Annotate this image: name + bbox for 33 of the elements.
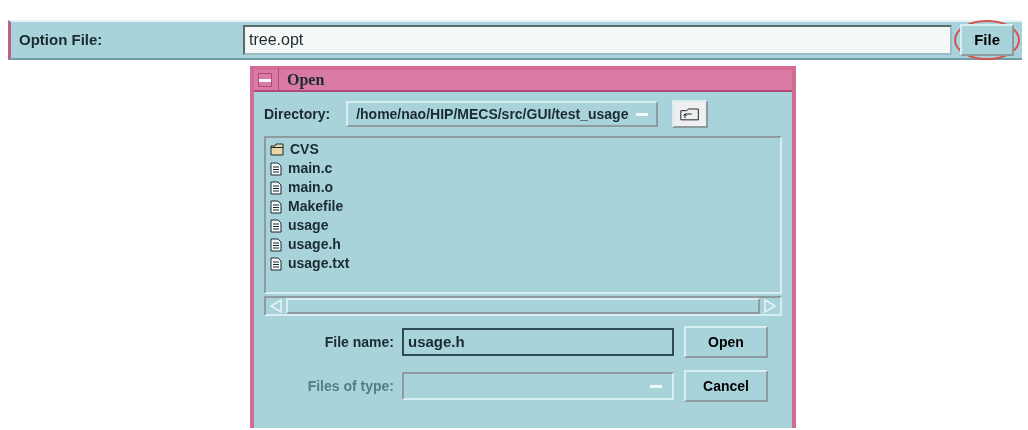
option-file-label: Option File: bbox=[18, 29, 104, 50]
directory-dropdown[interactable]: /home/nao/HIP/MECS/src/GUI/test_usage bbox=[346, 101, 659, 127]
dropdown-icon bbox=[636, 112, 649, 116]
option-file-field[interactable]: tree.opt bbox=[243, 25, 953, 55]
file-icon bbox=[270, 218, 282, 233]
file-name[interactable]: usage.h bbox=[288, 234, 341, 255]
dialog-button[interactable]: Cancel bbox=[684, 370, 768, 402]
directory-label: Directory: bbox=[264, 104, 331, 124]
file-name[interactable]: usage bbox=[288, 215, 329, 236]
dialog-title: Open bbox=[278, 68, 325, 92]
file-name[interactable]: main.o bbox=[288, 177, 334, 198]
scroll-right-icon bbox=[763, 299, 777, 313]
window-menu-icon[interactable] bbox=[258, 73, 272, 87]
file-name-field[interactable]: usage.h bbox=[402, 328, 674, 356]
file-icon bbox=[270, 180, 282, 195]
dropdown-icon bbox=[650, 384, 662, 388]
file-name[interactable]: Makefile bbox=[288, 196, 344, 217]
up-folder-icon bbox=[680, 106, 701, 122]
file-name-label: File name: bbox=[323, 332, 394, 352]
scroll-left-icon bbox=[269, 299, 283, 313]
file-type-label: Files of type: bbox=[306, 376, 394, 396]
file-name[interactable]: main.c bbox=[288, 158, 333, 179]
up-folder-button[interactable] bbox=[672, 100, 709, 128]
file-button[interactable]: File bbox=[960, 23, 1014, 57]
file-name[interactable]: CVS bbox=[290, 139, 319, 160]
file-icon bbox=[270, 161, 282, 176]
horizontal-scrollbar[interactable] bbox=[264, 296, 782, 316]
file-icon bbox=[270, 199, 282, 214]
folder-icon bbox=[270, 143, 284, 156]
dialog-button[interactable]: Open bbox=[684, 326, 768, 358]
file-name[interactable]: usage.txt bbox=[288, 253, 350, 274]
file-icon bbox=[270, 237, 282, 252]
file-icon bbox=[270, 256, 282, 271]
